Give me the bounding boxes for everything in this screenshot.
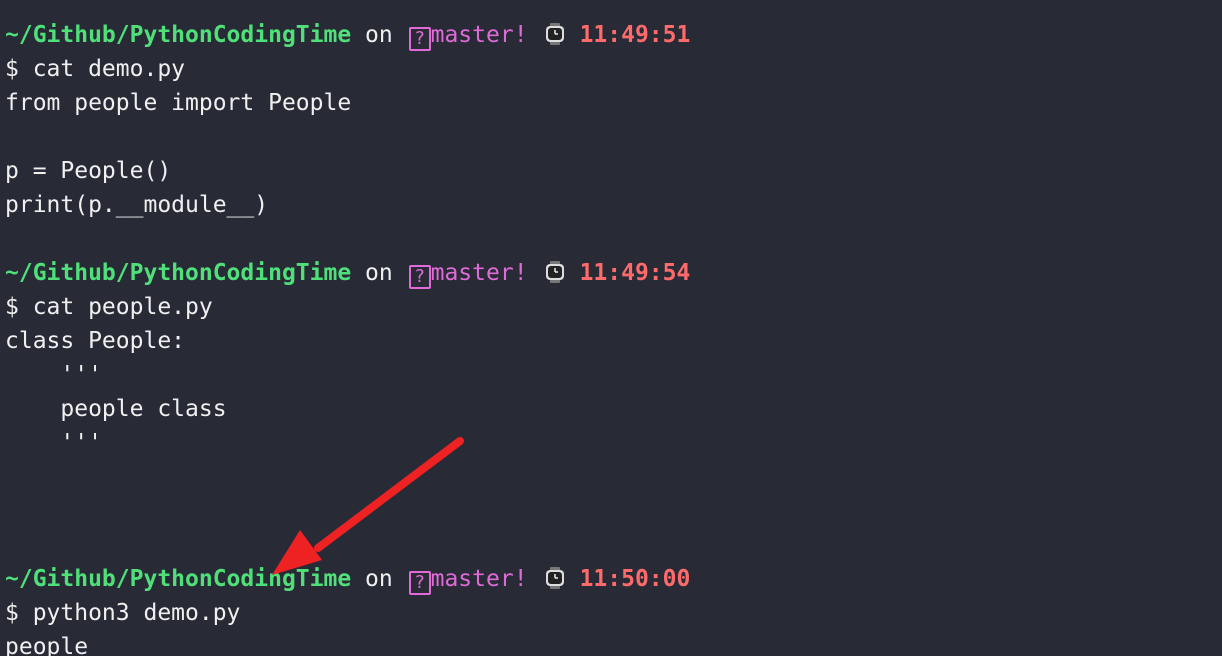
prompt-time: 11:49:54: [579, 260, 691, 286]
output-line: from people import People: [5, 90, 352, 116]
command-line: $ python3 demo.py: [5, 600, 241, 626]
git-dirty-marker: !: [513, 22, 528, 48]
prompt-line: ~/Github/PythonCodingTime on ? master! 11:…: [5, 256, 1222, 290]
prompt-time: 11:49:51: [579, 22, 691, 48]
git-status-icon: ?: [408, 571, 431, 595]
output-line: people: [5, 634, 89, 656]
terminal-window[interactable]: ~/Github/PythonCodingTime on ? master! 11:…: [0, 0, 1222, 656]
git-status-icon: ?: [408, 27, 431, 51]
watch-icon: [544, 21, 566, 45]
prompt-path: ~/Github/PythonCodingTime: [5, 566, 352, 592]
git-branch: master: [430, 22, 514, 48]
prompt-time: 11:50:00: [579, 566, 691, 592]
output-line: print(p.__module__): [5, 192, 269, 218]
output-line: people class: [5, 396, 227, 422]
git-dirty-marker: !: [513, 260, 528, 286]
prompt-path: ~/Github/PythonCodingTime: [5, 22, 352, 48]
git-branch: master: [430, 260, 514, 286]
git-branch: master: [430, 566, 514, 592]
prompt-on: on: [365, 22, 393, 48]
output-line: ''': [5, 362, 102, 388]
prompt-line: ~/Github/PythonCodingTime on ? master! 11:…: [5, 18, 1222, 52]
command-line: $ cat demo.py: [5, 56, 186, 82]
output-line: class People:: [5, 328, 186, 354]
watch-icon: [544, 259, 566, 283]
output-line: p = People(): [5, 158, 172, 184]
watch-icon: [544, 565, 566, 589]
command-line: $ cat people.py: [5, 294, 213, 320]
git-dirty-marker: !: [513, 566, 528, 592]
prompt-on: on: [365, 260, 393, 286]
output-line: ''': [5, 430, 102, 456]
prompt-path: ~/Github/PythonCodingTime: [5, 260, 352, 286]
git-status-icon: ?: [408, 265, 431, 289]
prompt-line: ~/Github/PythonCodingTime on ? master! 11:…: [5, 562, 1222, 596]
prompt-on: on: [365, 566, 393, 592]
